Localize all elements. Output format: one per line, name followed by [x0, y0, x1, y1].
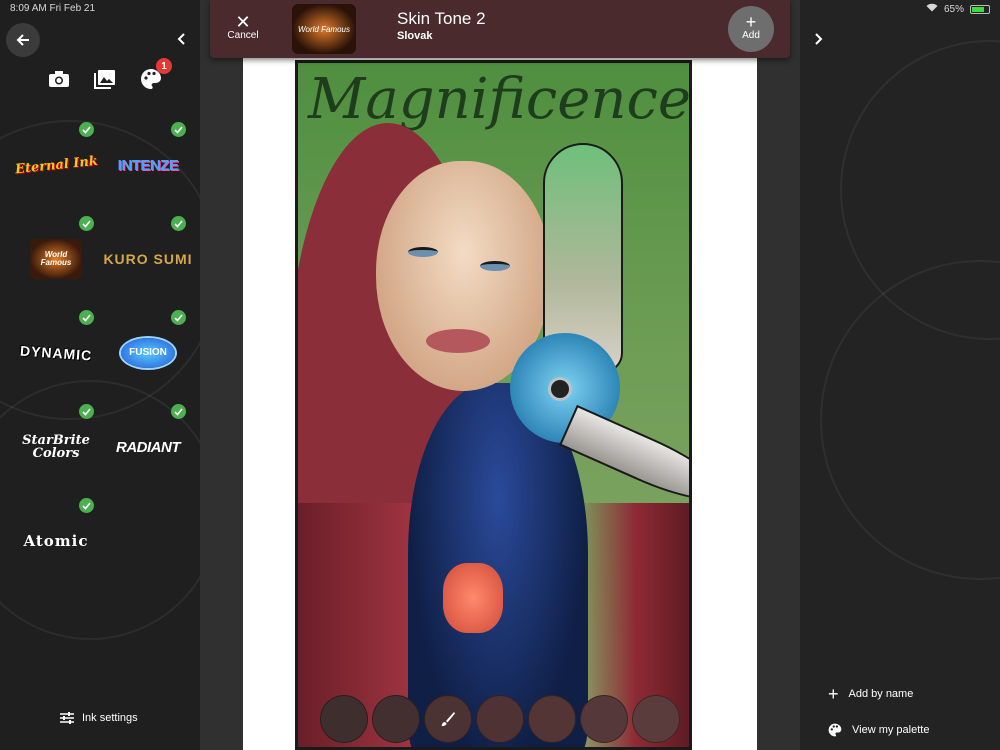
collapse-left-button[interactable] — [176, 30, 186, 51]
check-icon — [79, 216, 94, 231]
brand-starbrite[interactable]: StarBrite Colors — [10, 400, 102, 494]
chevron-left-icon — [177, 33, 185, 45]
brand-logo: DYNAMIC — [19, 342, 93, 364]
tattoo-artwork[interactable]: Magnificence — [295, 60, 692, 750]
check-icon — [79, 404, 94, 419]
brand-logo: RADIANT — [116, 438, 181, 456]
add-label: Add — [742, 30, 760, 41]
check-icon — [79, 498, 94, 513]
back-button[interactable] — [6, 23, 40, 57]
brush-icon — [441, 712, 455, 727]
status-time: 8:09 AM Fri Feb 21 — [10, 3, 96, 14]
screen: 8:09 AM Fri Feb 21 65% 1 Eternal Ink INT… — [0, 0, 1000, 750]
palette-icon — [828, 723, 842, 737]
brand-logo: StarBrite Colors — [22, 433, 90, 461]
palette-badge: 1 — [156, 58, 172, 74]
right-actions: + Add by name View my palette — [828, 676, 929, 748]
color-swatch[interactable] — [476, 695, 524, 743]
color-swatch[interactable] — [580, 695, 628, 743]
left-panel: 1 Eternal Ink INTENZE World Famous KURO … — [0, 0, 220, 750]
expand-right-button[interactable] — [814, 30, 824, 51]
tool-row: 1 — [46, 58, 172, 92]
swatch-row — [320, 695, 680, 743]
brand-kuro-sumi[interactable]: KURO SUMI — [102, 212, 194, 306]
cancel-label: Cancel — [227, 30, 259, 41]
cancel-button[interactable]: ✕ Cancel — [224, 12, 262, 41]
artwork-text: Magnificence — [308, 67, 691, 132]
view-palette-button[interactable]: View my palette — [828, 712, 929, 748]
camera-icon — [49, 71, 69, 87]
check-icon — [171, 310, 186, 325]
brand-grid: Eternal Ink INTENZE World Famous KURO SU… — [10, 118, 195, 588]
check-icon — [79, 122, 94, 137]
brand-dynamic[interactable]: DYNAMIC — [10, 306, 102, 400]
gallery-icon — [94, 70, 115, 89]
brand-logo: Eternal Ink — [13, 153, 99, 177]
brand-intenze[interactable]: INTENZE — [102, 118, 194, 212]
plus-icon: + — [745, 12, 757, 32]
brand-fusion[interactable]: FUSION — [102, 306, 194, 400]
brand-eternal-ink[interactable]: Eternal Ink — [10, 118, 102, 212]
add-by-name-button[interactable]: + Add by name — [828, 676, 929, 712]
wifi-icon — [926, 3, 938, 15]
camera-button[interactable] — [46, 66, 72, 92]
check-icon — [171, 404, 186, 419]
color-swatch[interactable] — [372, 695, 420, 743]
check-icon — [171, 216, 186, 231]
brand-atomic[interactable]: Atomic — [10, 494, 102, 588]
brand-world-famous[interactable]: World Famous — [10, 212, 102, 306]
close-icon: ✕ — [235, 12, 251, 32]
check-icon — [171, 122, 186, 137]
right-panel: + Add by name View my palette — [800, 0, 1000, 750]
arrow-left-icon — [16, 34, 29, 46]
brand-logo: World Famous — [30, 239, 82, 279]
color-swatch[interactable] — [632, 695, 680, 743]
ink-settings-label: Ink settings — [82, 712, 138, 724]
color-swatch[interactable] — [320, 695, 368, 743]
brand-logo: KURO SUMI — [103, 251, 193, 267]
add-by-name-label: Add by name — [848, 688, 914, 700]
ink-settings-button[interactable]: Ink settings — [60, 712, 138, 724]
color-swatch[interactable] — [528, 695, 576, 743]
palette-button[interactable]: 1 — [138, 58, 172, 92]
status-bar: 8:09 AM Fri Feb 21 65% — [0, 0, 1000, 16]
brand-logo: FUSION — [121, 338, 175, 368]
gallery-button[interactable] — [92, 66, 118, 92]
view-palette-label: View my palette — [852, 724, 930, 736]
sliders-icon — [60, 712, 74, 724]
brand-logo: Atomic — [23, 531, 89, 550]
battery-icon — [970, 4, 990, 14]
brand-radiant[interactable]: RADIANT — [102, 400, 194, 494]
plus-icon: + — [828, 683, 839, 704]
brush-swatch[interactable] — [424, 695, 472, 743]
color-subtitle: Slovak — [397, 30, 433, 42]
brand-logo: INTENZE — [117, 156, 179, 174]
canvas-area: Magnificence — [200, 0, 800, 750]
check-icon — [79, 310, 94, 325]
battery-percent: 65% — [943, 3, 964, 15]
chevron-right-icon — [815, 33, 823, 45]
